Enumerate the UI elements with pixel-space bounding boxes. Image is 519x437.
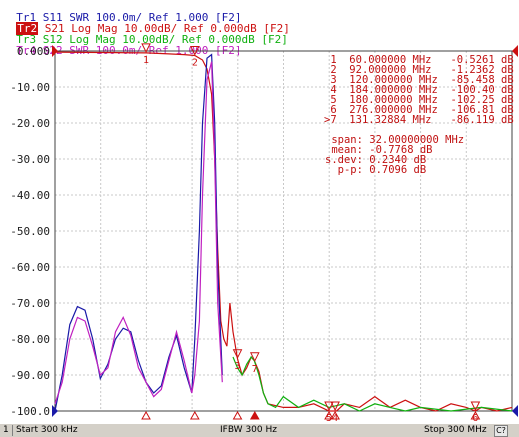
marker-triangle [190, 45, 200, 56]
stat-row: p-p: 0.7096 dB [325, 164, 464, 176]
marker-label: 7 [252, 364, 258, 375]
start-frequency[interactable]: Start 300 kHz [16, 425, 78, 435]
status-separator [12, 425, 13, 436]
statistics-readout: span: 32.00000000 MHz mean: -0.7768 dB s.… [325, 135, 464, 176]
marker-row[interactable]: >7 131.32884 MHz -86.119 dB [324, 114, 514, 126]
stop-frequency[interactable]: Stop 300 MHz [424, 425, 487, 435]
trace-s11 [54, 53, 223, 412]
marker-label: 1 [143, 55, 149, 66]
stimulus-marker [189, 410, 200, 420]
trace-s12 [232, 355, 513, 412]
stimulus-marker [141, 410, 151, 420]
trace-s22 [54, 61, 223, 404]
marker-frequency: 131.32884 MHz [349, 114, 445, 126]
channel-number[interactable]: 1 [3, 425, 9, 435]
marker-triangle [249, 352, 260, 362]
status-indicator[interactable]: C? [494, 425, 508, 437]
marker-value: -86.119 dB [444, 114, 514, 126]
marker-label: 3 [235, 361, 241, 372]
stat-value: 0.7096 dB [369, 164, 427, 176]
marker-readout-table: 1 60.000000 MHz -0.5261 dB 2 92.000000 M… [324, 55, 514, 126]
stimulus-marker [232, 410, 243, 420]
ifbw-setting[interactable]: IFBW 300 Hz [220, 425, 277, 435]
marker-label: 2 [192, 57, 198, 68]
ref-level-right-arrow-2[interactable] [512, 405, 518, 417]
status-bar: 1 Start 300 kHz IFBW 300 Hz Stop 300 MHz… [0, 424, 519, 437]
stimulus-marker [249, 410, 260, 420]
stat-label: p-p: [325, 164, 370, 176]
marker-number: >7 [324, 114, 350, 126]
